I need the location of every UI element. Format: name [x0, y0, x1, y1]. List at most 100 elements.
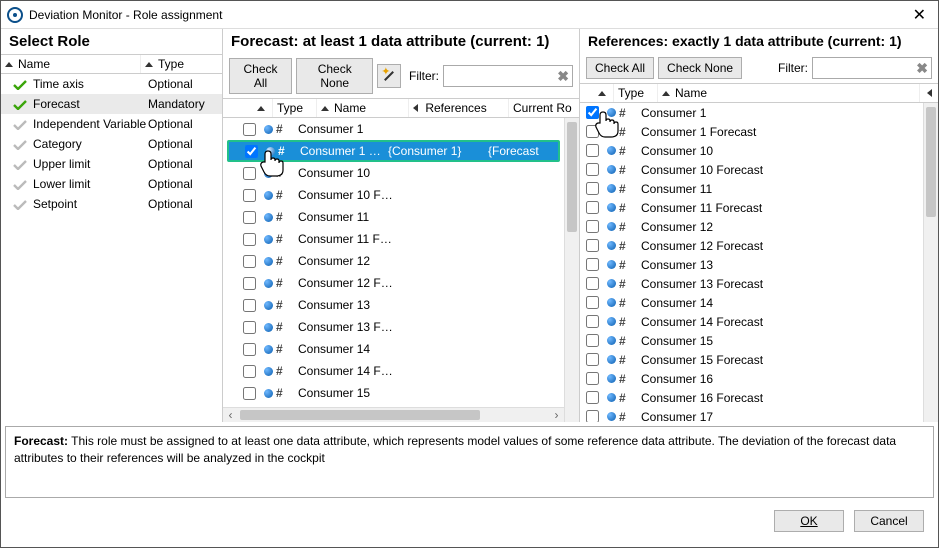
references-header-check[interactable]	[580, 84, 614, 102]
table-row[interactable]: #Consumer 14	[580, 293, 923, 312]
row-checkbox[interactable]	[586, 258, 599, 271]
forecast-header-name[interactable]: Name	[317, 99, 409, 117]
row-checkbox[interactable]	[243, 365, 256, 378]
row-checkbox[interactable]	[243, 321, 256, 334]
row-checkbox[interactable]	[586, 239, 599, 252]
check-none-button[interactable]: Check None	[658, 57, 742, 79]
references-filter-input[interactable]	[812, 57, 932, 79]
table-row[interactable]: #Consumer 15	[223, 382, 564, 404]
row-checkbox[interactable]	[243, 299, 256, 312]
table-row[interactable]: #Consumer 14	[223, 338, 564, 360]
forecast-vscroll[interactable]	[564, 118, 579, 422]
row-checkbox[interactable]	[586, 315, 599, 328]
clear-filter-icon[interactable]: ✖	[557, 68, 569, 85]
row-checkbox[interactable]	[243, 255, 256, 268]
filter-label: Filter:	[409, 69, 439, 83]
references-header-end[interactable]	[920, 84, 938, 102]
row-checkbox[interactable]	[586, 125, 599, 138]
row-checkbox[interactable]	[586, 391, 599, 404]
row-checkbox[interactable]	[243, 233, 256, 246]
forecast-header-refs[interactable]: References	[409, 99, 509, 117]
role-row[interactable]: Upper limitOptional	[1, 154, 222, 174]
table-row[interactable]: #Consumer 13 Forecast	[223, 316, 564, 338]
table-row[interactable]: #Consumer 13 Forecast	[580, 274, 923, 293]
table-row[interactable]: #Consumer 1	[223, 118, 564, 140]
row-checkbox[interactable]	[243, 277, 256, 290]
table-row[interactable]: #Consumer 12	[223, 250, 564, 272]
row-checkbox[interactable]	[586, 220, 599, 233]
role-row[interactable]: Independent VariableOptional	[1, 114, 222, 134]
row-checkbox[interactable]	[586, 144, 599, 157]
row-checkbox[interactable]	[586, 296, 599, 309]
cancel-button[interactable]: Cancel	[854, 510, 924, 532]
row-checkbox[interactable]	[243, 167, 256, 180]
forecast-header-check[interactable]	[223, 99, 273, 117]
forecast-header-type[interactable]: Type	[273, 99, 317, 117]
table-row[interactable]: #Consumer 12	[580, 217, 923, 236]
close-icon[interactable]: ✕	[907, 5, 932, 25]
row-checkbox[interactable]	[586, 277, 599, 290]
numeric-icon: #	[607, 182, 635, 196]
table-row[interactable]: #Consumer 15 Forecast	[580, 350, 923, 369]
table-row[interactable]: #Consumer 16 Forecast	[580, 388, 923, 407]
check-all-button[interactable]: Check All	[229, 58, 292, 94]
table-row[interactable]: #Consumer 13	[580, 255, 923, 274]
row-checkbox[interactable]	[243, 343, 256, 356]
role-header-type[interactable]: Type	[141, 55, 222, 73]
auto-assign-button[interactable]	[377, 64, 401, 88]
row-checkbox[interactable]	[586, 106, 599, 119]
ok-button[interactable]: OK	[774, 510, 844, 532]
role-row[interactable]: ForecastMandatory	[1, 94, 222, 114]
row-name: Consumer 1 Forecast	[294, 144, 388, 158]
table-row[interactable]: #Consumer 16	[580, 369, 923, 388]
role-row[interactable]: Lower limitOptional	[1, 174, 222, 194]
table-row[interactable]: #Consumer 1	[580, 103, 923, 122]
row-checkbox[interactable]	[586, 372, 599, 385]
table-row[interactable]: #Consumer 13	[223, 294, 564, 316]
table-row[interactable]: #Consumer 10 Forecast	[580, 160, 923, 179]
table-row[interactable]: #Consumer 10	[223, 162, 564, 184]
table-row[interactable]: #Consumer 14 Forecast	[223, 360, 564, 382]
table-row[interactable]: #Consumer 11	[223, 206, 564, 228]
row-checkbox[interactable]	[243, 211, 256, 224]
row-checkbox[interactable]	[243, 387, 256, 400]
row-checkbox[interactable]	[586, 353, 599, 366]
row-checkbox[interactable]	[243, 123, 256, 136]
forecast-filter-input[interactable]	[443, 65, 573, 87]
row-checkbox[interactable]	[586, 182, 599, 195]
row-checkbox[interactable]	[586, 163, 599, 176]
table-row[interactable]: #Consumer 15	[580, 331, 923, 350]
row-checkbox[interactable]	[245, 145, 258, 158]
numeric-icon: #	[607, 125, 635, 139]
table-row[interactable]: #Consumer 14 Forecast	[580, 312, 923, 331]
role-header-name[interactable]: Name	[1, 55, 141, 73]
clear-filter-icon[interactable]: ✖	[916, 60, 928, 77]
table-row[interactable]: #Consumer 1 Forecast{Consumer 1}{Forecas…	[227, 140, 560, 162]
table-row[interactable]: #Consumer 12 Forecast	[223, 272, 564, 294]
row-checkbox[interactable]	[586, 201, 599, 214]
role-row[interactable]: Time axisOptional	[1, 74, 222, 94]
table-row[interactable]: #Consumer 12 Forecast	[580, 236, 923, 255]
table-row[interactable]: #Consumer 10 Forecast	[223, 184, 564, 206]
row-checkbox[interactable]	[586, 334, 599, 347]
check-none-button[interactable]: Check None	[296, 58, 373, 94]
check-all-button[interactable]: Check All	[586, 57, 654, 79]
references-table: #Consumer 1#Consumer 1 Forecast#Consumer…	[580, 103, 938, 422]
forecast-header-cur[interactable]: Current Ro	[509, 99, 579, 117]
references-header-name[interactable]: Name	[658, 84, 920, 102]
table-row[interactable]: #Consumer 11	[580, 179, 923, 198]
table-row[interactable]: #Consumer 17	[580, 407, 923, 422]
forecast-hscroll[interactable]: ‹›	[223, 407, 564, 422]
references-vscroll[interactable]	[923, 103, 938, 422]
table-row[interactable]: #Consumer 11 Forecast	[223, 228, 564, 250]
references-panel: References: exactly 1 data attribute (cu…	[580, 29, 938, 422]
role-name: Category	[33, 137, 148, 151]
table-row[interactable]: #Consumer 10	[580, 141, 923, 160]
role-row[interactable]: SetpointOptional	[1, 194, 222, 214]
role-row[interactable]: CategoryOptional	[1, 134, 222, 154]
row-checkbox[interactable]	[586, 410, 599, 422]
table-row[interactable]: #Consumer 1 Forecast	[580, 122, 923, 141]
row-checkbox[interactable]	[243, 189, 256, 202]
table-row[interactable]: #Consumer 11 Forecast	[580, 198, 923, 217]
references-header-type[interactable]: Type	[614, 84, 658, 102]
